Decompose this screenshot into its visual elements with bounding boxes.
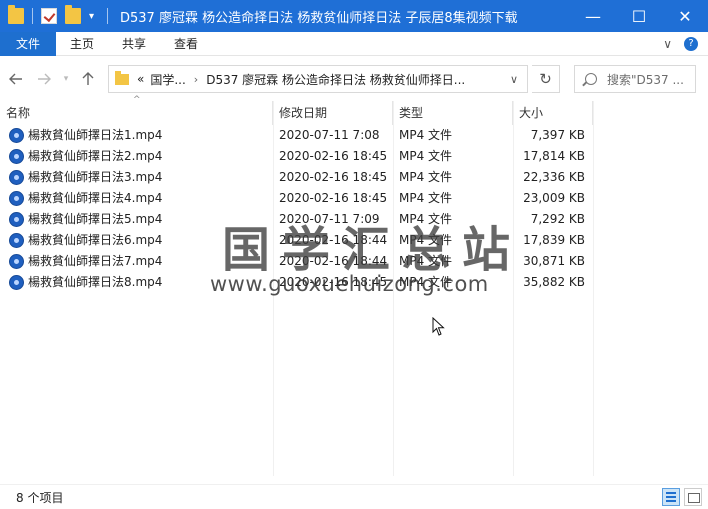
breadcrumb-overflow[interactable]: « xyxy=(137,72,144,86)
file-name[interactable]: 楊救貧仙師擇日法7.mp4 xyxy=(28,251,162,272)
table-row[interactable]: 楊救貧仙師擇日法1.mp4 2020-07-11 7:08 MP4 文件 7,3… xyxy=(0,125,708,146)
file-size: 17,814 KB xyxy=(523,149,585,163)
breadcrumb-item-guoxue[interactable]: 国学... xyxy=(150,71,185,88)
forward-button[interactable] xyxy=(32,67,56,91)
file-size: 7,292 KB xyxy=(530,212,585,226)
file-name[interactable]: 楊救貧仙師擇日法5.mp4 xyxy=(28,209,162,230)
file-size: 23,009 KB xyxy=(523,191,585,205)
file-name[interactable]: 楊救貧仙師擇日法1.mp4 xyxy=(28,125,162,146)
file-name[interactable]: 楊救貧仙師擇日法3.mp4 xyxy=(28,167,162,188)
refresh-button[interactable]: ↻ xyxy=(532,65,560,93)
minimize-button[interactable]: — xyxy=(570,0,616,32)
file-size: 17,839 KB xyxy=(523,233,585,247)
up-arrow-icon xyxy=(82,72,94,85)
folder-icon xyxy=(8,5,24,24)
file-name[interactable]: 楊救貧仙師擇日法2.mp4 xyxy=(28,146,162,167)
column-header: ^ 名称 修改日期 类型 大小 xyxy=(0,95,708,125)
media-file-icon xyxy=(9,170,24,185)
media-file-icon xyxy=(9,275,24,290)
file-type: MP4 文件 xyxy=(399,191,453,205)
column-date-modified[interactable]: 修改日期 xyxy=(273,101,393,125)
file-size: 7,397 KB xyxy=(530,128,585,142)
close-button[interactable]: ✕ xyxy=(662,0,708,32)
table-row[interactable]: 楊救貧仙師擇日法2.mp4 2020-02-16 18:45 MP4 文件 17… xyxy=(0,146,708,167)
file-size: 22,336 KB xyxy=(523,170,585,184)
breadcrumb-item-current[interactable]: D537 廖冠霖 杨公造命择日法 杨救贫仙师择日... xyxy=(206,71,465,88)
tab-share[interactable]: 共享 xyxy=(108,32,160,56)
quick-access-toolbar: ▾ xyxy=(0,0,116,32)
table-row[interactable]: 楊救貧仙師擇日法3.mp4 2020-02-16 18:45 MP4 文件 22… xyxy=(0,167,708,188)
large-icons-view-icon[interactable] xyxy=(684,488,702,506)
watermark-url: www.guoxuehuizong.com xyxy=(210,272,489,296)
file-type: MP4 文件 xyxy=(399,170,453,184)
media-file-icon xyxy=(9,254,24,269)
title-bar: ▾ D537 廖冠霖 杨公造命择日法 杨救贫仙师择日法 子辰居8集视频下载 — … xyxy=(0,0,708,32)
item-count: 8 个项目 xyxy=(16,491,64,505)
back-button[interactable] xyxy=(4,67,28,91)
file-size: 30,871 KB xyxy=(523,254,585,268)
file-name[interactable]: 楊救貧仙師擇日法8.mp4 xyxy=(28,272,162,293)
tab-home[interactable]: 主页 xyxy=(56,32,108,56)
mouse-pointer-icon xyxy=(432,317,445,336)
file-date: 2020-02-16 18:45 xyxy=(279,170,388,184)
navigation-bar: ▾ « 国学... › D537 廖冠霖 杨公造命择日法 杨救贫仙师择日... … xyxy=(0,57,708,101)
media-file-icon xyxy=(9,191,24,206)
maximize-button[interactable]: ☐ xyxy=(616,0,662,32)
back-arrow-icon xyxy=(9,73,22,85)
divider xyxy=(107,8,108,24)
file-date: 2020-02-16 18:45 xyxy=(279,191,388,205)
forward-arrow-icon xyxy=(38,73,51,85)
column-type[interactable]: 类型 xyxy=(393,101,513,125)
media-file-icon xyxy=(9,212,24,227)
address-history-chevron-icon[interactable]: ∨ xyxy=(501,66,527,92)
file-name[interactable]: 楊救貧仙師擇日法4.mp4 xyxy=(28,188,162,209)
tab-file[interactable]: 文件 xyxy=(0,31,57,56)
file-type: MP4 文件 xyxy=(399,149,453,163)
tab-view[interactable]: 查看 xyxy=(160,32,212,56)
status-bar: 8 个项目 xyxy=(0,484,708,509)
properties-icon[interactable] xyxy=(41,8,57,24)
window-title: D537 廖冠霖 杨公造命择日法 杨救贫仙师择日法 子辰居8集视频下载 xyxy=(120,10,518,26)
help-icon[interactable]: ? xyxy=(684,37,698,51)
file-type: MP4 文件 xyxy=(399,128,453,142)
media-file-icon xyxy=(9,128,24,143)
folder-icon xyxy=(115,70,129,85)
ribbon-tabs: 文件 主页 共享 查看 ∨ ? xyxy=(0,31,708,56)
file-name[interactable]: 楊救貧仙師擇日法6.mp4 xyxy=(28,230,162,251)
table-row[interactable]: 楊救貧仙師擇日法4.mp4 2020-02-16 18:45 MP4 文件 23… xyxy=(0,188,708,209)
address-bar[interactable]: « 国学... › D537 廖冠霖 杨公造命择日法 杨救贫仙师择日... ∨ xyxy=(108,65,528,93)
divider xyxy=(32,8,33,24)
file-size: 35,882 KB xyxy=(523,275,585,289)
new-folder-icon[interactable] xyxy=(65,5,81,24)
file-date: 2020-07-11 7:08 xyxy=(279,128,380,142)
details-view-icon[interactable] xyxy=(662,488,680,506)
customize-toolbar-chevron-icon[interactable]: ▾ xyxy=(89,11,101,22)
watermark-title: 国学汇总站 xyxy=(222,222,523,278)
up-button[interactable] xyxy=(76,67,100,91)
expand-ribbon-chevron-icon[interactable]: ∨ xyxy=(663,37,672,51)
recent-locations-chevron-icon[interactable]: ▾ xyxy=(60,67,72,91)
search-placeholder: 搜索"D537 ... xyxy=(607,72,684,87)
media-file-icon xyxy=(9,149,24,164)
media-file-icon xyxy=(9,233,24,248)
search-icon xyxy=(585,73,597,85)
refresh-icon: ↻ xyxy=(539,70,552,88)
file-date: 2020-02-16 18:45 xyxy=(279,149,388,163)
breadcrumb-chevron-icon[interactable]: › xyxy=(194,73,198,86)
column-name[interactable]: 名称 xyxy=(0,101,273,125)
search-input[interactable]: 搜索"D537 ... xyxy=(574,65,696,93)
column-size[interactable]: 大小 xyxy=(513,101,593,125)
